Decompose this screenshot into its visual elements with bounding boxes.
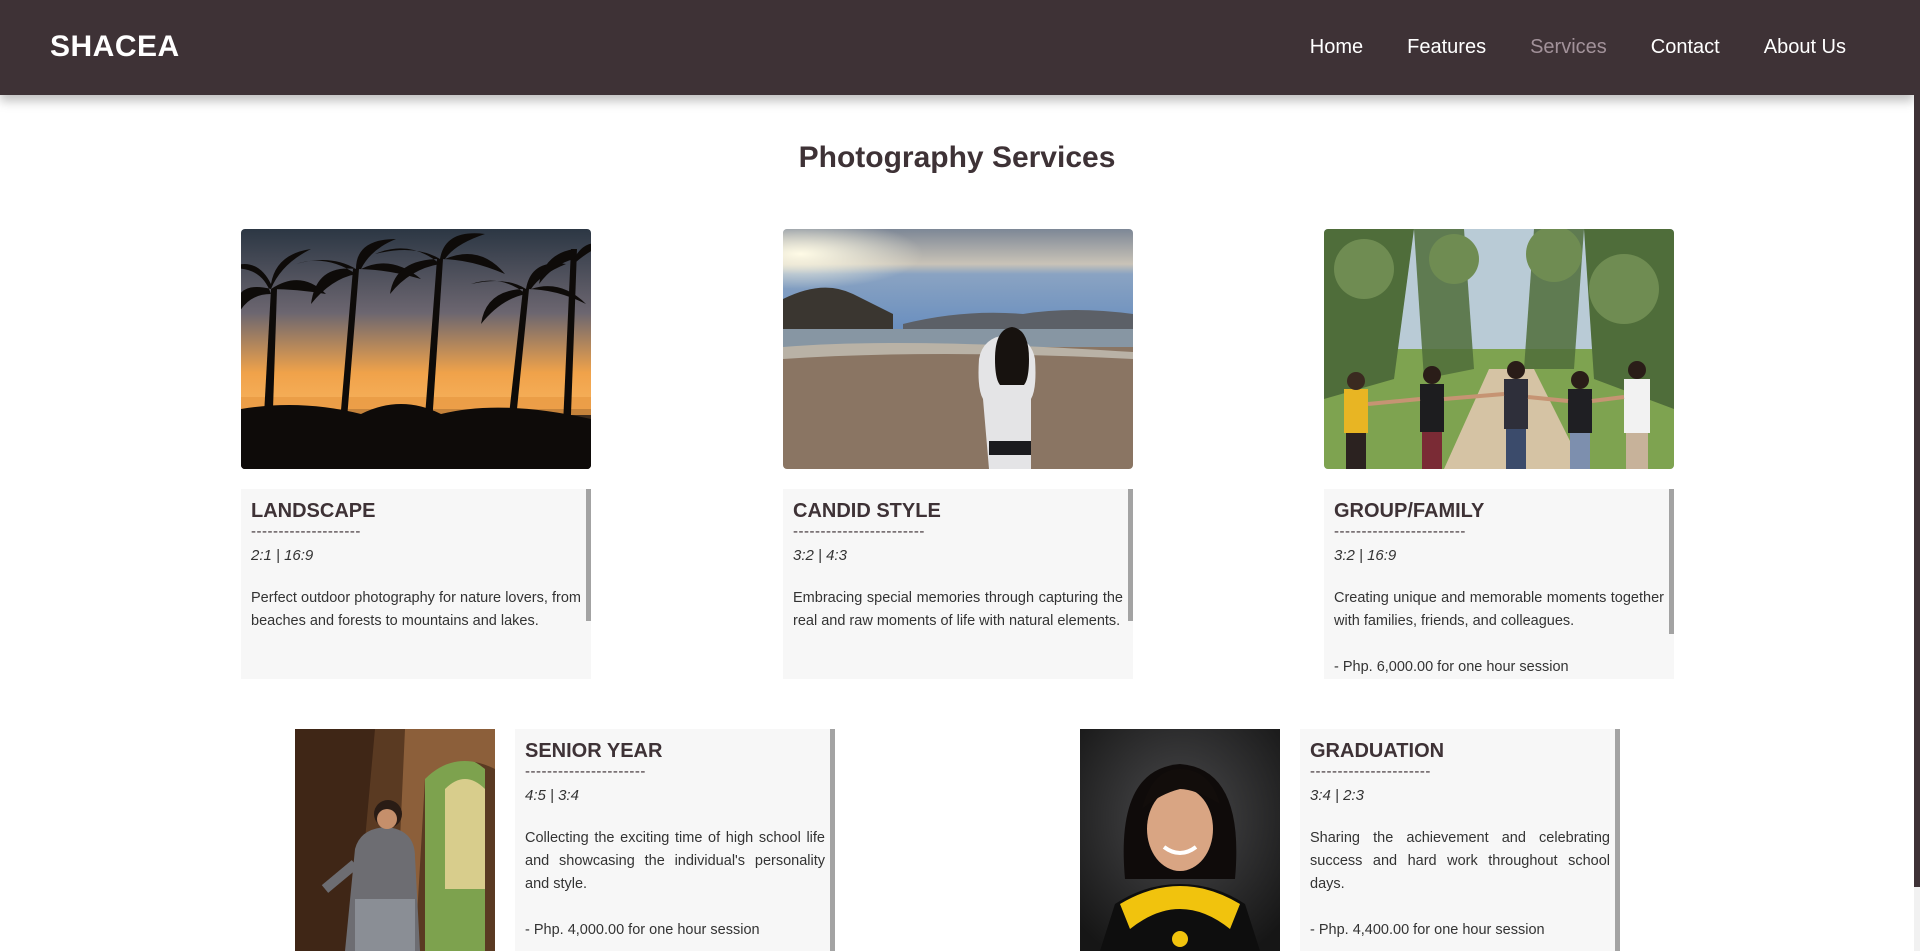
card-description: Creating unique and memorable moments to… bbox=[1334, 590, 1664, 629]
card-description: Embracing special memories through captu… bbox=[793, 590, 1123, 629]
service-card-graduation: GRADUATION ---------------------- 3:4 | … bbox=[1300, 729, 1620, 951]
candid-photo bbox=[783, 229, 1133, 469]
card-price: - Php. 6,000.00 for one hour session bbox=[1334, 659, 1569, 675]
card-description: Perfect outdoor photography for nature l… bbox=[251, 590, 581, 629]
nav-contact[interactable]: Contact bbox=[1651, 36, 1720, 59]
card-aspect-ratio: 3:2 | 16:9 bbox=[1334, 547, 1397, 564]
site-header: SHACEA Home Features Services Contact Ab… bbox=[0, 0, 1914, 95]
card-title: SENIOR YEAR bbox=[525, 740, 663, 762]
card-aspect-ratio: 3:4 | 2:3 bbox=[1310, 787, 1364, 804]
senior-year-photo bbox=[295, 729, 495, 951]
graduation-photo bbox=[1080, 729, 1280, 951]
nav-home[interactable]: Home bbox=[1310, 36, 1363, 59]
card-divider: ------------------------ bbox=[1334, 523, 1466, 540]
card-aspect-ratio: 3:2 | 4:3 bbox=[793, 547, 847, 564]
group-family-photo bbox=[1324, 229, 1674, 469]
card-scrollbar[interactable] bbox=[1615, 729, 1620, 951]
card-scrollbar[interactable] bbox=[830, 729, 835, 951]
nav-features[interactable]: Features bbox=[1407, 36, 1486, 59]
landscape-photo bbox=[241, 229, 591, 469]
service-card-senior-year: SENIOR YEAR ---------------------- 4:5 |… bbox=[515, 729, 835, 951]
card-aspect-ratio: 2:1 | 16:9 bbox=[251, 547, 314, 564]
card-title: LANDSCAPE bbox=[251, 500, 376, 522]
card-price: - Php. 4,000.00 for one hour session bbox=[525, 922, 760, 938]
card-divider: -------------------- bbox=[251, 523, 361, 540]
card-description: Collecting the exciting time of high sch… bbox=[525, 830, 825, 892]
service-card-group-family: GROUP/FAMILY ------------------------ 3:… bbox=[1324, 489, 1674, 679]
card-divider: ------------------------ bbox=[793, 523, 925, 540]
card-scrollbar[interactable] bbox=[1669, 489, 1674, 634]
page-scrollbar-thumb[interactable] bbox=[1914, 0, 1920, 887]
card-description: Sharing the achievement and celebrating … bbox=[1310, 830, 1610, 892]
main-nav: Home Features Services Contact About Us bbox=[1310, 36, 1846, 59]
card-title: GRADUATION bbox=[1310, 740, 1445, 762]
card-scrollbar[interactable] bbox=[1128, 489, 1133, 621]
page-title: Photography Services bbox=[798, 141, 1116, 174]
card-title: CANDID STYLE bbox=[793, 500, 941, 522]
card-divider: ---------------------- bbox=[525, 763, 646, 780]
page-scrollbar[interactable] bbox=[1914, 0, 1920, 951]
nav-about-us[interactable]: About Us bbox=[1764, 36, 1846, 59]
nav-services[interactable]: Services bbox=[1530, 36, 1607, 59]
card-scrollbar[interactable] bbox=[586, 489, 591, 621]
service-card-candid: CANDID STYLE ------------------------ 3:… bbox=[783, 489, 1133, 679]
brand-logo[interactable]: SHACEA bbox=[50, 30, 180, 64]
card-price: - Php. 4,400.00 for one hour session bbox=[1310, 922, 1545, 938]
card-divider: ---------------------- bbox=[1310, 763, 1431, 780]
service-card-landscape: LANDSCAPE -------------------- 2:1 | 16:… bbox=[241, 489, 591, 679]
card-aspect-ratio: 4:5 | 3:4 bbox=[525, 787, 579, 804]
card-title: GROUP/FAMILY bbox=[1334, 500, 1485, 522]
